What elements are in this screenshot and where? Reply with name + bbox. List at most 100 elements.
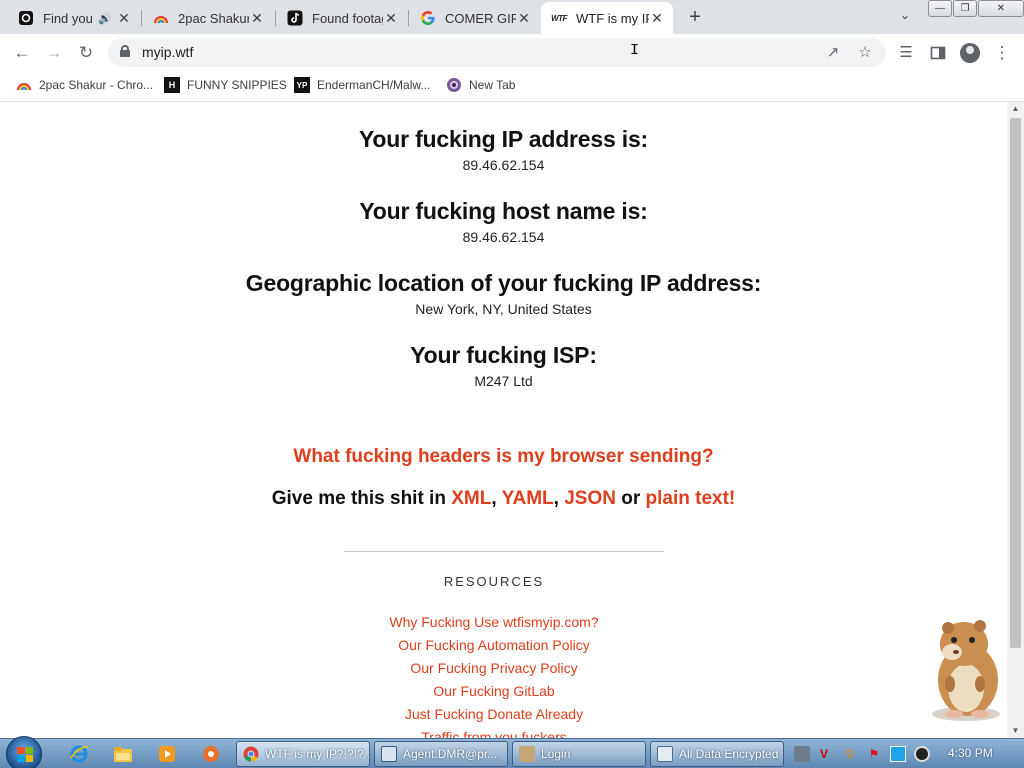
globe-icon [446, 77, 462, 93]
ip-heading: Your fucking IP address is: [359, 126, 648, 152]
bookmark-new-tab[interactable]: New Tab [446, 77, 515, 93]
browser-toolbar: ← → ↻ myip.wtf ↗ ☆ I ☰ ⋮ [0, 34, 1024, 71]
tab-2pac-shakur[interactable]: 2pac Shakur ✕ [143, 2, 273, 34]
resources-heading: RESOURCES [443, 574, 545, 589]
hostname-value: 89.46.62.154 [462, 229, 545, 245]
tab-title: COMER GIRL [445, 10, 516, 26]
comma-separator: , [553, 488, 565, 509]
window-icon [381, 746, 397, 762]
address-bar[interactable]: myip.wtf ↗ ☆ [108, 38, 886, 67]
bookmark-label: 2pac Shakur - Chro... [39, 78, 154, 92]
restore-button[interactable]: ❐ [953, 0, 977, 17]
tab-title: Find you [43, 10, 93, 26]
tray-media-icon[interactable] [914, 746, 930, 762]
tab-search-chevron-icon[interactable]: ⌄ [896, 8, 914, 26]
file-explorer-icon[interactable] [112, 743, 134, 765]
app-icon [18, 10, 34, 26]
taskbar-chrome-window[interactable]: WTF is my IP?!?!?... [236, 741, 370, 767]
tray-v-icon[interactable]: V [816, 746, 832, 762]
tray-monitor-icon[interactable] [890, 746, 906, 762]
resource-link-traffic[interactable]: Traffic from you fuckers [0, 729, 988, 738]
bookmarks-bar: 2pac Shakur - Chro... H FUNNY SNIPPIES Y… [0, 71, 1024, 102]
taskbar-agent-window[interactable]: Agent.DMR@pr... [374, 741, 508, 767]
tray-search-icon[interactable]: ⚲ [842, 746, 858, 762]
forward-arrow-icon[interactable]: → [42, 41, 66, 65]
resource-link-why-use[interactable]: Why Fucking Use wtfismyip.com? [0, 614, 988, 630]
tray-app-icon[interactable] [794, 746, 810, 762]
windows-taskbar: WTF is my IP?!?!?... Agent.DMR@pr... Log… [0, 736, 1024, 768]
tab-found-footage[interactable]: Found footag ✕ [277, 2, 407, 34]
yp-logo-icon: YP [294, 77, 310, 93]
scroll-down-arrow-icon[interactable]: ▼ [1007, 724, 1024, 738]
back-arrow-icon[interactable]: ← [10, 41, 34, 65]
tab-strip: Find you 🔊 ✕ 2pac Shakur ✕ Found footag … [0, 0, 1024, 34]
taskbar-encrypted-window[interactable]: All Data Encrypted [650, 741, 784, 767]
text-cursor-icon: I [630, 42, 640, 59]
format-links-line: Give me this shit in XML, YAML, JSON or … [0, 488, 1007, 510]
taskbar-login-window[interactable]: Login [512, 741, 646, 767]
json-link[interactable]: JSON [564, 488, 616, 509]
clock[interactable]: 4:30 PM [948, 746, 993, 760]
tab-find-you[interactable]: Find you 🔊 ✕ [8, 2, 140, 34]
resource-link-automation-policy[interactable]: Our Fucking Automation Policy [0, 637, 988, 653]
scroll-up-arrow-icon[interactable]: ▲ [1007, 102, 1024, 116]
speaker-icon[interactable]: 🔊 [98, 12, 112, 25]
comma-separator: , [491, 488, 502, 509]
internet-explorer-icon[interactable] [68, 743, 90, 765]
plain-text-link[interactable]: plain text! [646, 488, 736, 509]
h-logo-icon: H [164, 77, 180, 93]
new-tab-button[interactable]: + [684, 6, 706, 28]
bookmark-funny-snippies[interactable]: H FUNNY SNIPPIES [164, 77, 287, 93]
task-label: WTF is my IP?!?!?... [265, 747, 370, 761]
close-tab-icon[interactable]: ✕ [649, 10, 665, 26]
app-launcher-icon[interactable] [200, 743, 222, 765]
share-icon[interactable]: ↗ [822, 42, 844, 64]
media-player-icon[interactable] [156, 743, 178, 765]
minimize-button[interactable]: — [928, 0, 952, 17]
vertical-scrollbar[interactable]: ▲ ▼ [1007, 102, 1024, 738]
bookmark-2pac[interactable]: 2pac Shakur - Chro... [16, 77, 153, 93]
tiktok-icon [287, 10, 303, 26]
bookmark-label: FUNNY SNIPPIES [187, 78, 287, 92]
start-button[interactable] [6, 736, 42, 768]
side-panel-icon[interactable] [926, 41, 950, 65]
resource-link-donate[interactable]: Just Fucking Donate Already [0, 706, 988, 722]
close-tab-icon[interactable]: ✕ [249, 10, 265, 26]
login-app-icon [519, 746, 535, 762]
lock-icon[interactable] [120, 45, 130, 57]
profile-avatar-icon[interactable] [960, 43, 980, 63]
location-value: New York, NY, United States [415, 301, 592, 317]
task-label: Login [541, 747, 571, 761]
tab-comer-girl[interactable]: COMER GIRL ✕ [410, 2, 540, 34]
headers-link[interactable]: What fucking headers is my browser sendi… [0, 446, 1007, 468]
task-label: All Data Encrypted [679, 747, 779, 761]
scrollbar-thumb[interactable] [1010, 118, 1021, 648]
bookmark-label: New Tab [469, 78, 516, 92]
reload-icon[interactable]: ↻ [74, 41, 98, 65]
tab-title: 2pac Shakur [178, 10, 249, 26]
url-text[interactable]: myip.wtf [142, 44, 193, 60]
tab-wtf-is-my-ip[interactable]: WTF WTF is my IP ✕ [541, 2, 673, 34]
resource-link-privacy-policy[interactable]: Our Fucking Privacy Policy [0, 660, 988, 676]
window-controls: — ❐ ✕ [928, 0, 1024, 17]
hamster-mascot-icon[interactable] [920, 614, 1007, 724]
bookmark-endermanch[interactable]: YP EndermanCH/Malw... [294, 77, 430, 93]
rainbow-icon [153, 10, 169, 26]
close-tab-icon[interactable]: ✕ [516, 10, 532, 26]
or-text: or [615, 488, 646, 509]
close-tab-icon[interactable]: ✕ [383, 10, 399, 26]
wtf-favicon-icon: WTF [551, 13, 567, 23]
media-control-icon[interactable]: ☰ [894, 41, 918, 65]
tab-divider [408, 10, 409, 26]
task-label: Agent.DMR@pr... [403, 747, 498, 761]
tray-flag-icon[interactable]: ⚑ [866, 746, 882, 762]
resource-link-gitlab[interactable]: Our Fucking GitLab [0, 683, 988, 699]
xml-link[interactable]: XML [451, 488, 491, 509]
location-heading: Geographic location of your fucking IP a… [245, 270, 762, 296]
bookmark-star-icon[interactable]: ☆ [854, 42, 876, 64]
divider [344, 551, 664, 552]
yaml-link[interactable]: YAML [502, 488, 554, 509]
menu-kebab-icon[interactable]: ⋮ [990, 41, 1014, 65]
close-tab-icon[interactable]: ✕ [116, 10, 132, 26]
close-window-button[interactable]: ✕ [978, 0, 1024, 17]
